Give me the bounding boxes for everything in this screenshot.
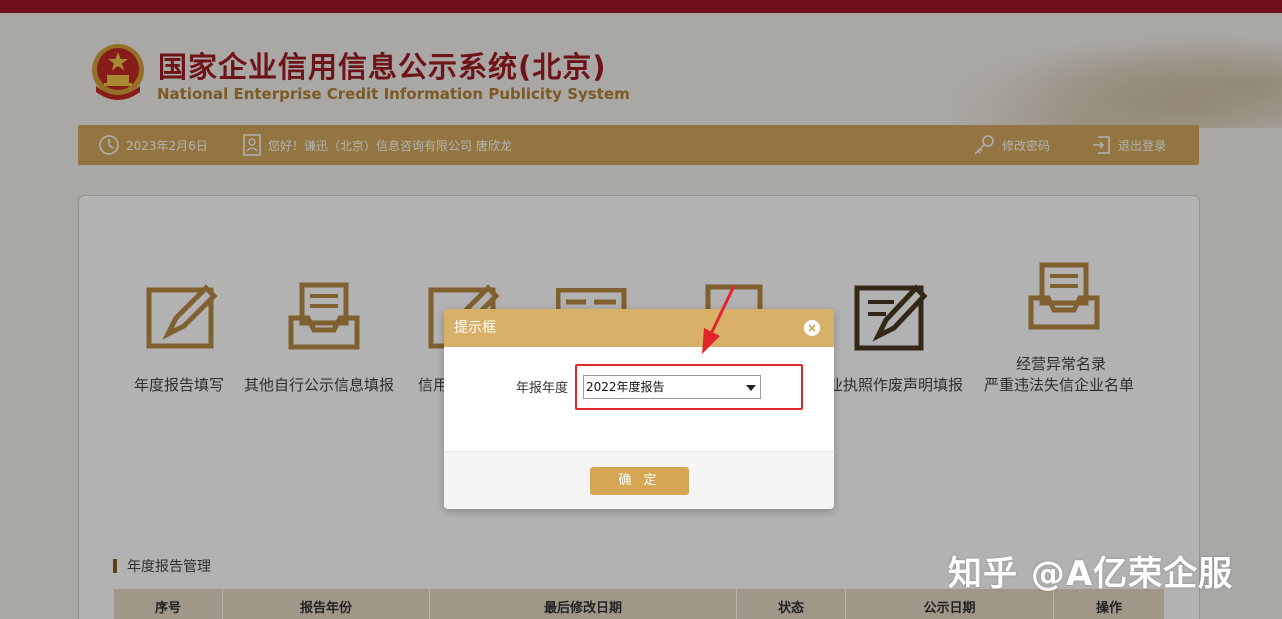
dialog-header: 提示框 × <box>444 309 834 347</box>
dialog-footer: 确 定 <box>444 451 834 509</box>
dialog-body: 年报年度 2022年度报告 <box>444 347 834 451</box>
confirm-button[interactable]: 确 定 <box>590 467 689 495</box>
close-icon[interactable]: × <box>804 320 820 336</box>
annotation-arrow-icon <box>702 285 736 354</box>
annotation-highlight-box <box>575 364 803 410</box>
report-year-label: 年报年度 <box>516 381 569 396</box>
watermark-text: 知乎 @A亿荣企服 <box>948 554 1234 594</box>
prompt-dialog: 提示框 × 年报年度 2022年度报告 确 定 <box>444 309 834 509</box>
dialog-title: 提示框 <box>454 320 496 336</box>
